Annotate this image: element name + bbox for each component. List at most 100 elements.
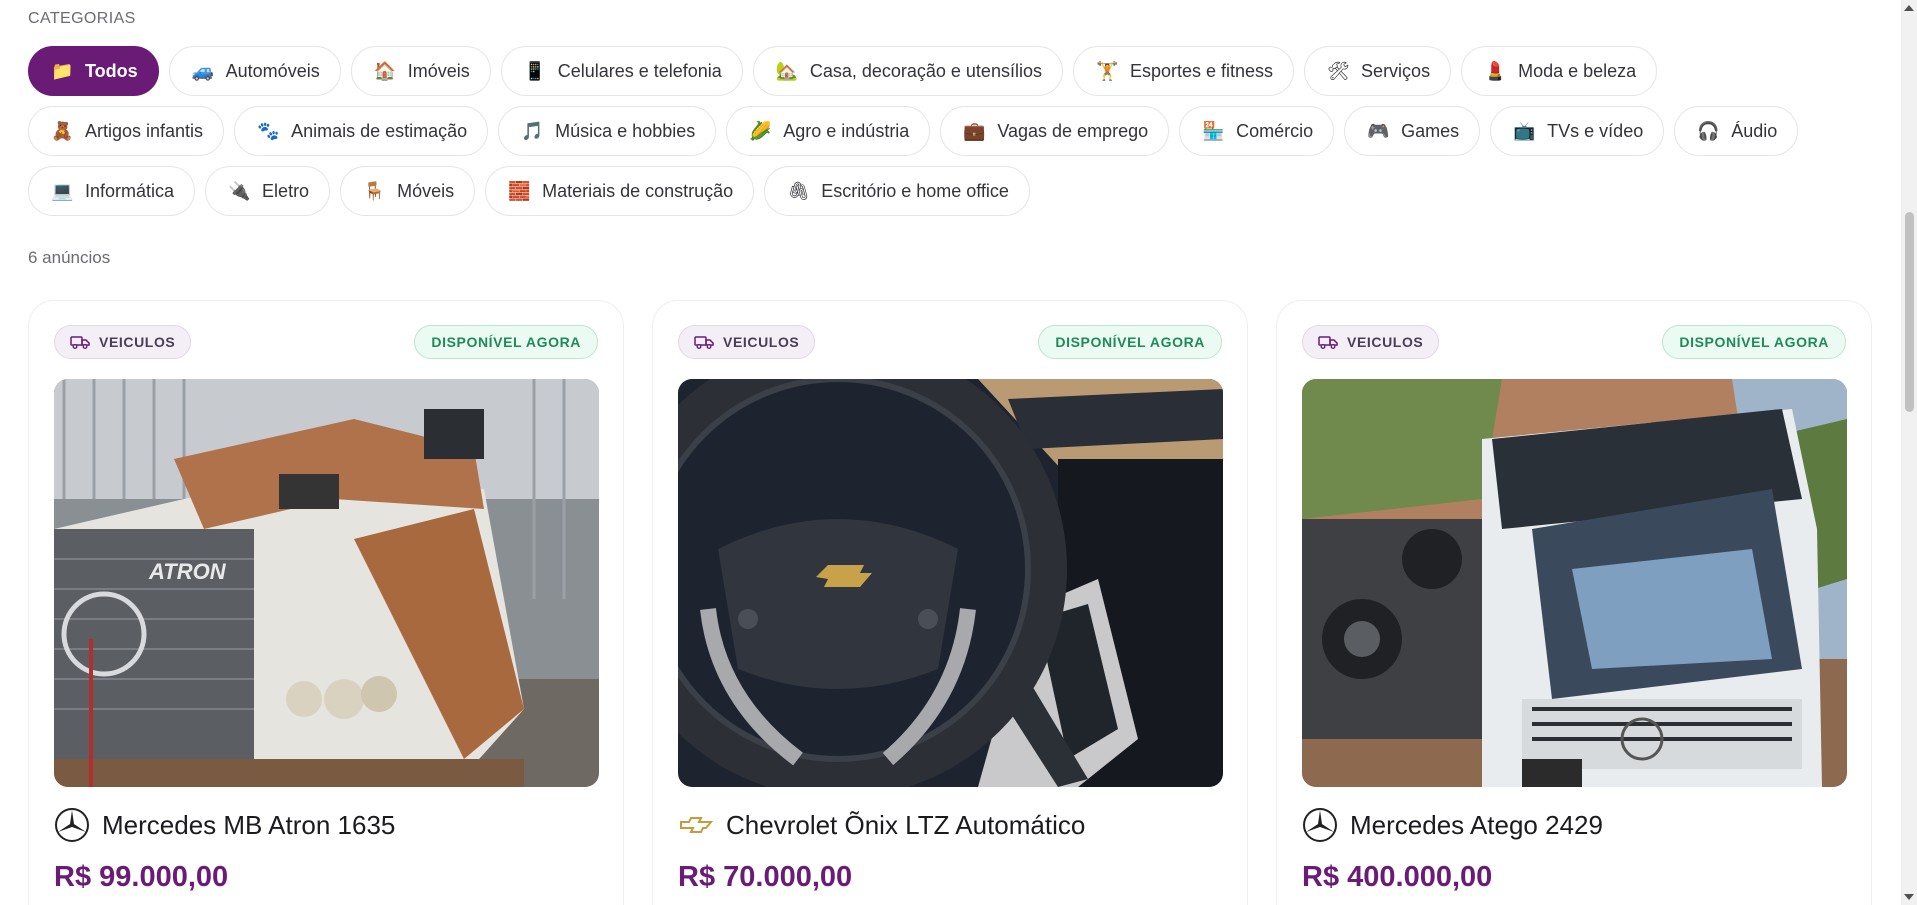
category-chip-eletro[interactable]: 🔌 Eletro — [205, 166, 331, 216]
category-chip-servicos[interactable]: 🛠 Serviços — [1304, 46, 1452, 96]
category-chip-musica[interactable]: 🎵 Música e hobbies — [498, 106, 717, 156]
category-tag-label: VEICULOS — [99, 334, 176, 350]
headphones-icon: 🎧 — [1697, 121, 1720, 141]
listing-photo[interactable] — [1302, 379, 1847, 787]
store-icon: 🏪 — [1202, 121, 1225, 141]
category-label: Agro e indústria — [783, 120, 910, 141]
category-chip-escritorio[interactable]: 🖇 Escritório e home office — [764, 166, 1030, 216]
category-label: Games — [1401, 120, 1460, 141]
category-label: Animais de estimação — [291, 120, 468, 141]
category-chip-audio[interactable]: 🎧 Áudio — [1674, 106, 1799, 156]
category-label: Artigos infantis — [85, 120, 204, 141]
weightlifter-icon: 🏋 — [1095, 61, 1119, 81]
corn-icon: 🌽 — [749, 121, 772, 141]
listing-title[interactable]: Mercedes MB Atron 1635 — [102, 810, 395, 841]
category-chip-tvs[interactable]: 📺 TVs e vídeo — [1490, 106, 1665, 156]
category-chip-agro[interactable]: 🌽 Agro e indústria — [726, 106, 931, 156]
tv-icon: 📺 — [1513, 121, 1536, 141]
category-chip-casa[interactable]: 🏡 Casa, decoração e utensílios — [752, 46, 1063, 96]
scrollbar[interactable] — [1901, 0, 1917, 905]
category-label: Escritório e home office — [821, 180, 1009, 201]
category-label: Comércio — [1236, 120, 1314, 141]
category-label: Vagas de emprego — [997, 120, 1149, 141]
category-label: Música e hobbies — [555, 120, 696, 141]
category-label: Informática — [85, 180, 175, 201]
category-label: Serviços — [1361, 60, 1431, 81]
category-row-1: 📁 Todos 🚙 Automóveis 🏠 Imóveis 📱 Celulares e… — [28, 46, 1658, 96]
category-label: Casa, decoração e utensílios — [809, 60, 1042, 81]
category-label: Imóveis — [407, 60, 470, 81]
listing-card[interactable]: VEICULOS DISPONÍVEL AGORA — [652, 300, 1248, 905]
scroll-up-icon[interactable] — [1904, 5, 1914, 11]
listing-grid: VEICULOS DISPONÍVEL AGORA ATRON Mercedes… — [28, 300, 1872, 905]
home-garden-icon: 🏡 — [775, 61, 799, 81]
category-tag-label: VEICULOS — [723, 334, 800, 350]
category-chip-informatica[interactable]: 💻 Informática — [28, 166, 196, 216]
category-chip-animais[interactable]: 🐾 Animais de estimação — [234, 106, 489, 156]
category-chip-celulares[interactable]: 📱 Celulares e telefonia — [500, 46, 743, 96]
category-chip-infantis[interactable]: 🧸 Artigos infantis — [28, 106, 225, 156]
listing-card[interactable]: VEICULOS DISPONÍVEL AGORA — [1276, 300, 1872, 905]
category-row-2: 🧸 Artigos infantis 🐾 Animais de estimação … — [28, 106, 1799, 156]
paperclip-icon: 🖇 — [787, 181, 811, 201]
scrollbar-thumb[interactable] — [1905, 212, 1914, 412]
category-tag-label: VEICULOS — [1347, 334, 1424, 350]
teddy-bear-icon: 🧸 — [51, 121, 74, 141]
laptop-icon: 💻 — [51, 181, 74, 201]
category-label: Móveis — [397, 180, 455, 201]
category-chip-vagas[interactable]: 💼 Vagas de emprego — [940, 106, 1170, 156]
folder-icon: 📁 — [51, 61, 74, 81]
listing-photo[interactable]: ATRON — [54, 379, 599, 787]
category-chip-imoveis[interactable]: 🏠 Imóveis — [350, 46, 491, 96]
category-label: Materiais de construção — [542, 180, 734, 201]
category-label: Todos — [85, 60, 138, 81]
truck-icon — [1318, 336, 1338, 349]
category-label: Esportes e fitness — [1129, 60, 1274, 81]
categories-title: CATEGORIAS — [28, 10, 136, 27]
listing-card[interactable]: VEICULOS DISPONÍVEL AGORA ATRON Mercedes… — [28, 300, 624, 905]
category-label: Automóveis — [225, 60, 320, 81]
availability-badge: DISPONÍVEL AGORA — [414, 325, 598, 359]
category-chip-construcao[interactable]: 🧱 Materiais de construção — [485, 166, 755, 216]
listing-price: R$ 70.000,00 — [678, 861, 853, 893]
category-chip-todos[interactable]: 📁 Todos — [28, 46, 159, 96]
listing-price: R$ 400.000,00 — [1302, 861, 1493, 893]
category-tag: VEICULOS — [1302, 325, 1440, 359]
category-label: Celulares e telefonia — [557, 60, 722, 81]
category-chip-moda[interactable]: 💄 Moda e beleza — [1461, 46, 1658, 96]
mercedes-logo-icon — [1303, 808, 1337, 842]
paw-icon: 🐾 — [257, 121, 280, 141]
category-chip-esportes[interactable]: 🏋 Esportes e fitness — [1072, 46, 1295, 96]
mercedes-logo-icon — [55, 808, 89, 842]
car-icon: 🚙 — [191, 61, 215, 81]
svg-text:ATRON: ATRON — [148, 559, 227, 584]
category-label: Eletro — [262, 180, 310, 201]
category-chip-automoveis[interactable]: 🚙 Automóveis — [168, 46, 341, 96]
briefcase-icon: 💼 — [963, 121, 986, 141]
tools-icon: 🛠 — [1327, 61, 1350, 81]
category-chip-games[interactable]: 🎮 Games — [1344, 106, 1481, 156]
gamepad-icon: 🎮 — [1367, 121, 1390, 141]
listing-price: R$ 99.000,00 — [54, 861, 229, 893]
category-chip-comercio[interactable]: 🏪 Comércio — [1179, 106, 1335, 156]
listing-title[interactable]: Mercedes Atego 2429 — [1350, 810, 1603, 841]
category-chip-moveis[interactable]: 🪑 Móveis — [340, 166, 476, 216]
scroll-down-icon[interactable] — [1904, 894, 1914, 900]
truck-icon — [70, 336, 90, 349]
availability-badge: DISPONÍVEL AGORA — [1662, 325, 1846, 359]
category-tag: VEICULOS — [678, 325, 816, 359]
truck-icon — [694, 336, 714, 349]
phone-icon: 📱 — [523, 61, 547, 81]
chair-icon: 🪑 — [363, 181, 386, 201]
listing-title[interactable]: Chevrolet Õnix LTZ Automático — [726, 810, 1085, 841]
chevrolet-logo-icon — [680, 817, 714, 833]
brick-icon: 🧱 — [508, 181, 531, 201]
category-label: Moda e beleza — [1518, 60, 1637, 81]
listing-photo[interactable] — [678, 379, 1223, 787]
category-tag: VEICULOS — [54, 325, 192, 359]
availability-badge: DISPONÍVEL AGORA — [1038, 325, 1222, 359]
category-label: TVs e vídeo — [1547, 120, 1644, 141]
house-icon: 🏠 — [373, 61, 397, 81]
listing-count: 6 anúncios — [28, 248, 111, 267]
category-label: Áudio — [1731, 120, 1778, 141]
